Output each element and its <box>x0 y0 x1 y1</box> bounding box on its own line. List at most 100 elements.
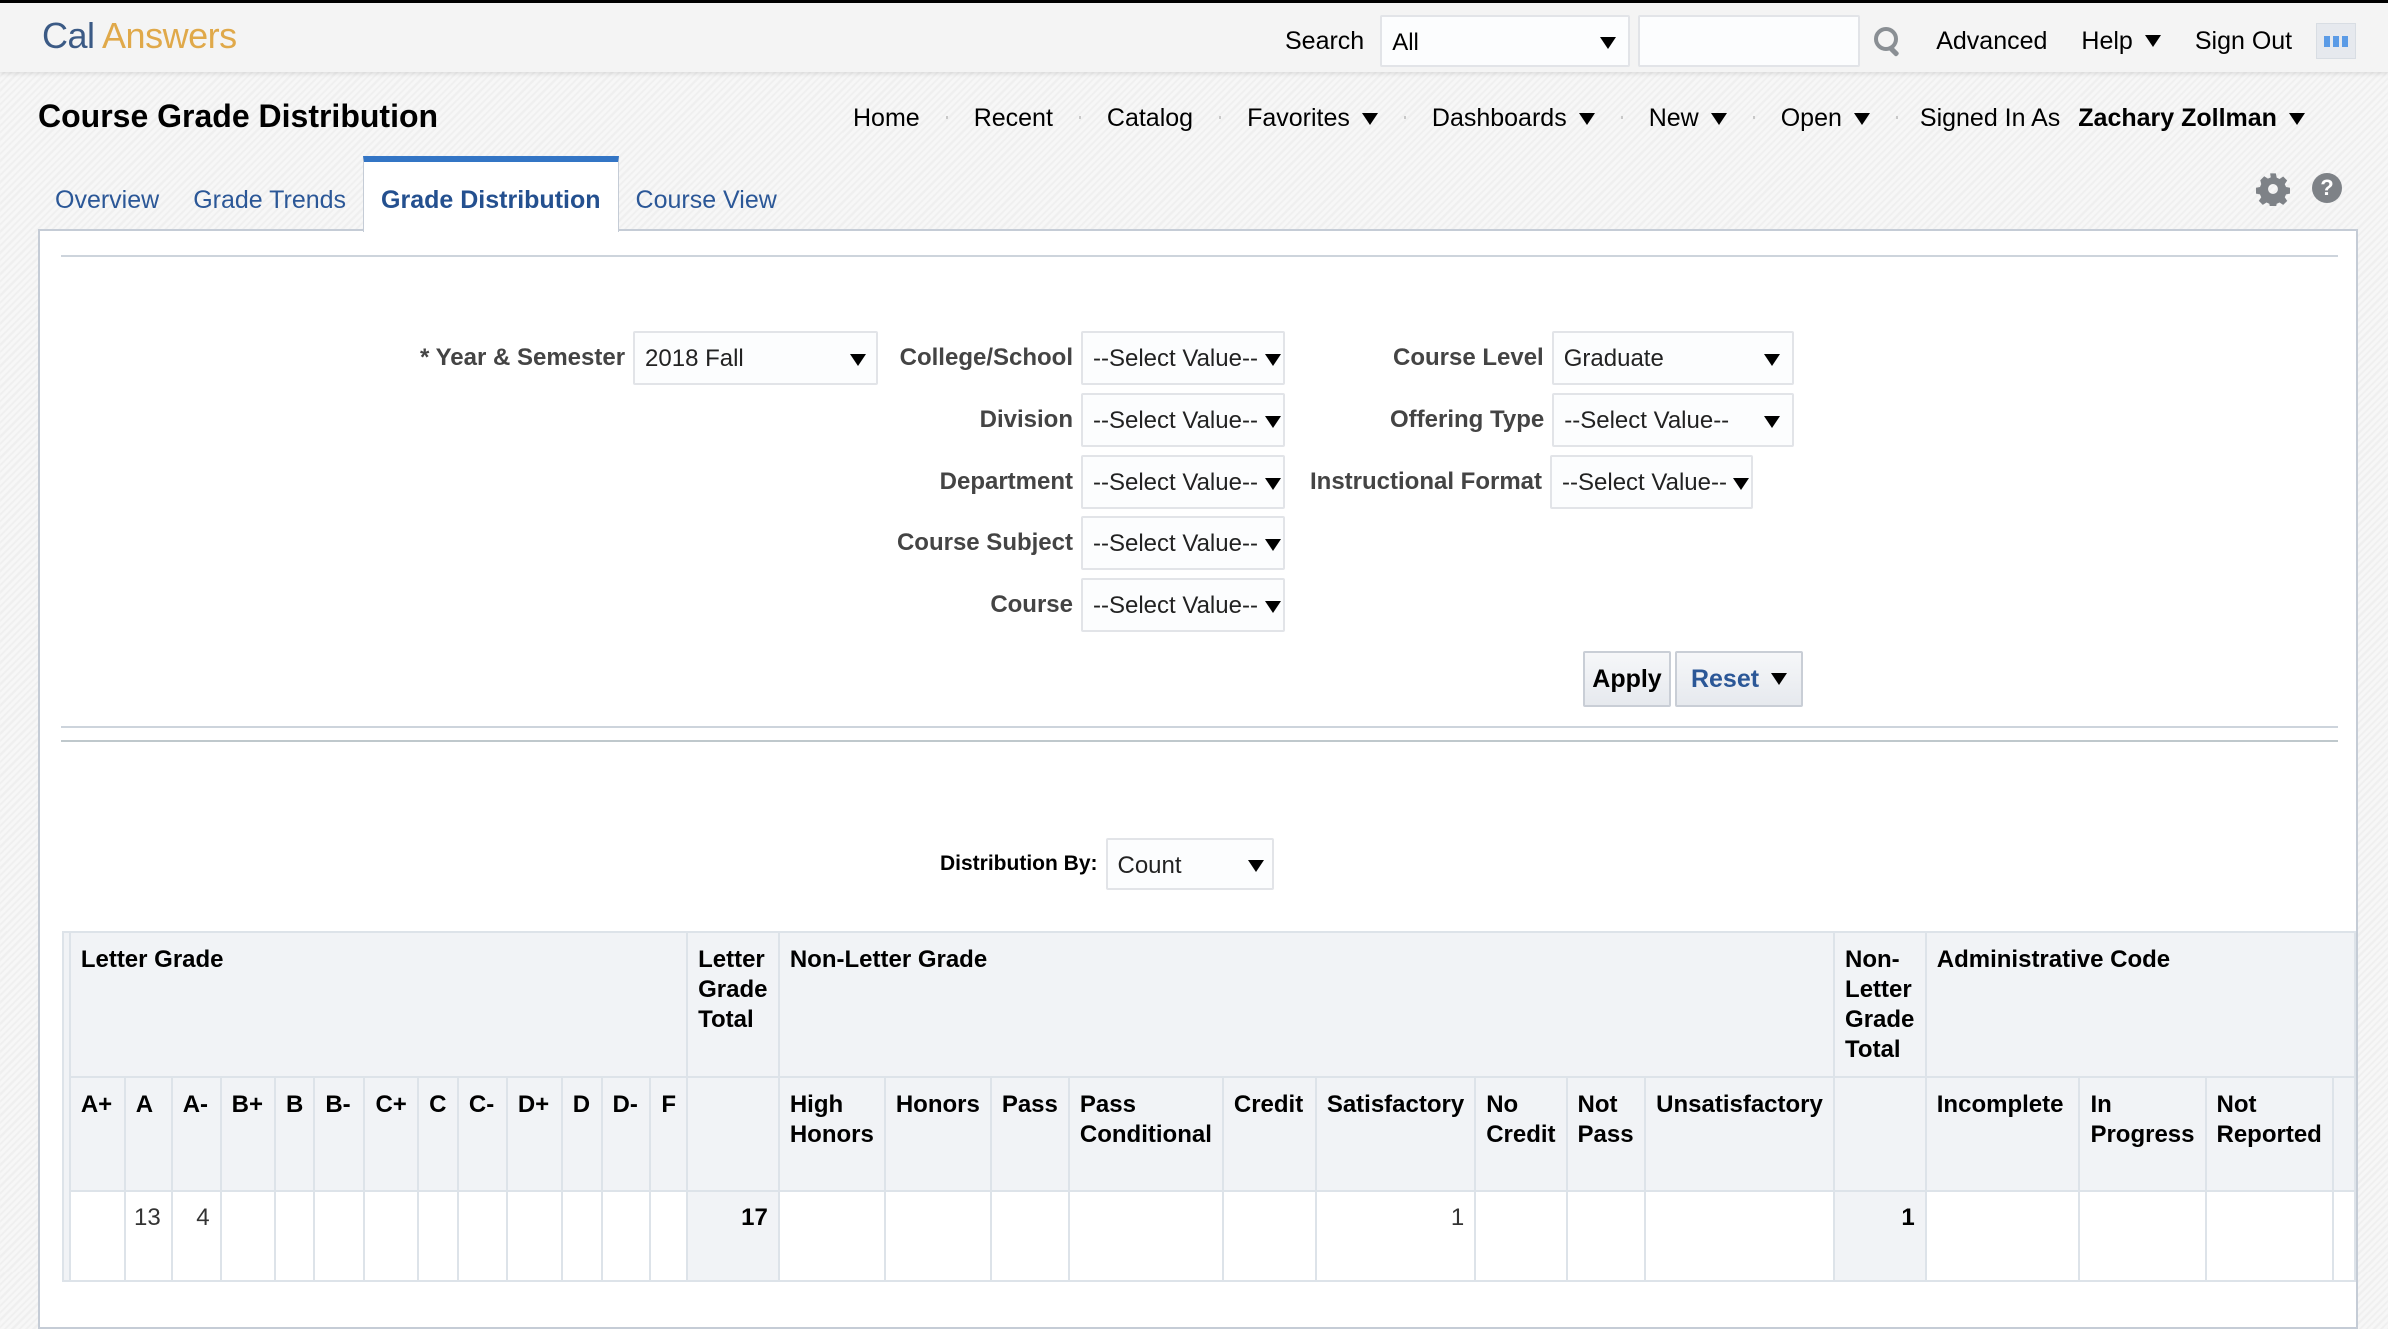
header-row-groups: Letter Grade Letter Grade Total Non-Lett… <box>62 931 2357 1282</box>
distribution-by-label: Distribution By: <box>940 852 1098 875</box>
table-cell <box>1565 1190 1647 1282</box>
help-icon[interactable]: ? <box>2312 173 2342 203</box>
instructional-format-label: Instructional Format <box>1310 468 1543 495</box>
table-cell <box>313 1190 366 1282</box>
search-scope-select[interactable]: All <box>1380 15 1631 67</box>
prompt-year-semester: * Year & Semester 2018 Fall <box>420 331 879 385</box>
instructional-format-value: --Select Value-- <box>1562 469 1727 496</box>
division-select[interactable]: --Select Value-- <box>1081 393 1285 447</box>
apply-button[interactable]: Apply <box>1583 651 1671 707</box>
nav-dashboards[interactable]: Dashboards <box>1432 104 1623 133</box>
advanced-link[interactable]: Advanced <box>1936 27 2047 56</box>
table-cell <box>1221 1190 1317 1282</box>
table-cell: 4 <box>170 1190 222 1282</box>
table-cell <box>456 1190 508 1282</box>
user-menu[interactable]: Zachary Zollman <box>2078 104 2305 133</box>
dashboard-tabs: Overview Grade Trends Grade Distribution… <box>38 156 794 232</box>
tab-course-view[interactable]: Course View <box>619 156 794 230</box>
column-header: Pass <box>989 1076 1070 1192</box>
table-cell <box>2204 1190 2334 1282</box>
column-header: Satisfactory <box>1314 1076 1477 1192</box>
distribution-by-select[interactable]: Count <box>1105 838 1274 890</box>
table-cell <box>883 1190 992 1282</box>
column-header-empty <box>686 1076 780 1192</box>
college-school-value: --Select Value-- <box>1093 345 1258 372</box>
nav-new[interactable]: New <box>1649 104 1755 133</box>
reset-button[interactable]: Reset <box>1675 651 1803 707</box>
table-cell <box>1924 1190 2081 1282</box>
chevron-down-icon <box>1361 112 1378 125</box>
course-select[interactable]: --Select Value-- <box>1081 578 1285 632</box>
column-header: C+ <box>363 1076 420 1192</box>
chevron-down-icon <box>1578 112 1595 125</box>
table-cell <box>273 1190 316 1282</box>
offering-type-value: --Select Value-- <box>1564 407 1730 434</box>
tab-grade-trends[interactable]: Grade Trends <box>176 156 363 230</box>
divider <box>61 740 2338 742</box>
course-level-value: Graduate <box>1563 345 1664 372</box>
tab-overview[interactable]: Overview <box>38 156 176 230</box>
column-header: Not Reported <box>2204 1076 2334 1192</box>
nav-home[interactable]: Home <box>853 104 948 133</box>
course-level-select[interactable]: Graduate <box>1551 331 1794 385</box>
chevron-down-icon <box>1853 112 1870 125</box>
column-header: A- <box>170 1076 222 1192</box>
instructional-format-select[interactable]: --Select Value-- <box>1550 455 1754 509</box>
gear-icon[interactable] <box>2256 172 2290 206</box>
nav-catalog[interactable]: Catalog <box>1107 104 1222 133</box>
nav-open[interactable]: Open <box>1780 104 1898 133</box>
dropdown-arrow-icon <box>1265 354 1281 366</box>
divider <box>61 726 2338 728</box>
tab-grade-distribution[interactable]: Grade Distribution <box>363 156 619 232</box>
brand-logo[interactable]: Cal Answers <box>42 15 237 57</box>
brand-part1: Cal <box>42 15 95 56</box>
table-cell <box>560 1190 603 1282</box>
year-semester-value: 2018 Fall <box>645 345 744 372</box>
table-cell <box>2078 1190 2207 1282</box>
year-semester-select[interactable]: 2018 Fall <box>633 331 879 385</box>
chevron-down-icon <box>2288 112 2305 125</box>
column-header: In Progress <box>2078 1076 2207 1192</box>
column-header: A <box>123 1076 173 1192</box>
dropdown-arrow-icon <box>1265 601 1281 613</box>
row-header-cell <box>62 931 71 1282</box>
dropdown-arrow-icon <box>850 354 867 366</box>
course-subject-select[interactable]: --Select Value-- <box>1081 516 1285 570</box>
dropdown-arrow-icon <box>1265 416 1281 428</box>
college-school-select[interactable]: --Select Value-- <box>1081 331 1285 385</box>
table-cell: 13 <box>123 1190 173 1282</box>
group-non-letter-grade: Non-Letter Grade <box>777 931 1836 1078</box>
search-input[interactable] <box>1638 15 1861 67</box>
app-launcher-icon[interactable] <box>2316 23 2357 59</box>
search-label: Search <box>1285 26 1365 55</box>
dropdown-arrow-icon <box>1265 539 1281 551</box>
nav-open-label: Open <box>1780 104 1842 132</box>
grade-distribution-table: Letter Grade Letter Grade Total Non-Lett… <box>62 931 2357 1282</box>
prompt-course-level: Course Level Graduate <box>1393 331 1794 385</box>
chevron-down-icon <box>1710 112 1727 125</box>
offering-type-select[interactable]: --Select Value-- <box>1552 393 1795 447</box>
header-row-columns: A+ A A- B+ B B- C+ C C- D+ D D- F High Honors Honors Pa… <box>63 1076 2357 1192</box>
table-cell <box>363 1190 420 1282</box>
nav-favorites[interactable]: Favorites <box>1247 104 1406 133</box>
top-bar: Cal Answers Search All Advanced Help Sig… <box>0 0 2388 72</box>
department-label: Department <box>939 468 1073 495</box>
table-cell <box>649 1190 689 1282</box>
nav-home-label: Home <box>853 104 920 132</box>
column-header: A+ <box>68 1076 126 1192</box>
help-menu[interactable]: Help <box>2081 27 2161 56</box>
nav-recent[interactable]: Recent <box>974 104 1081 133</box>
distribution-by-value: Count <box>1117 852 1182 879</box>
letter-grade-total-cell: 17 <box>686 1190 780 1282</box>
column-header-truncated <box>2331 1076 2357 1192</box>
column-header: Unsatisfactory <box>1644 1076 1836 1192</box>
table-cell <box>1644 1190 1836 1282</box>
sign-out-link[interactable]: Sign Out <box>2195 27 2292 56</box>
search-icon[interactable] <box>1872 26 1902 58</box>
dropdown-arrow-icon <box>1763 354 1780 366</box>
course-subject-value: --Select Value-- <box>1093 530 1258 557</box>
table-cell-truncated <box>2331 1190 2357 1282</box>
prompt-offering-type: Offering Type --Select Value-- <box>1390 393 1795 447</box>
department-select[interactable]: --Select Value-- <box>1081 455 1285 509</box>
year-semester-label: * Year & Semester <box>420 344 626 371</box>
